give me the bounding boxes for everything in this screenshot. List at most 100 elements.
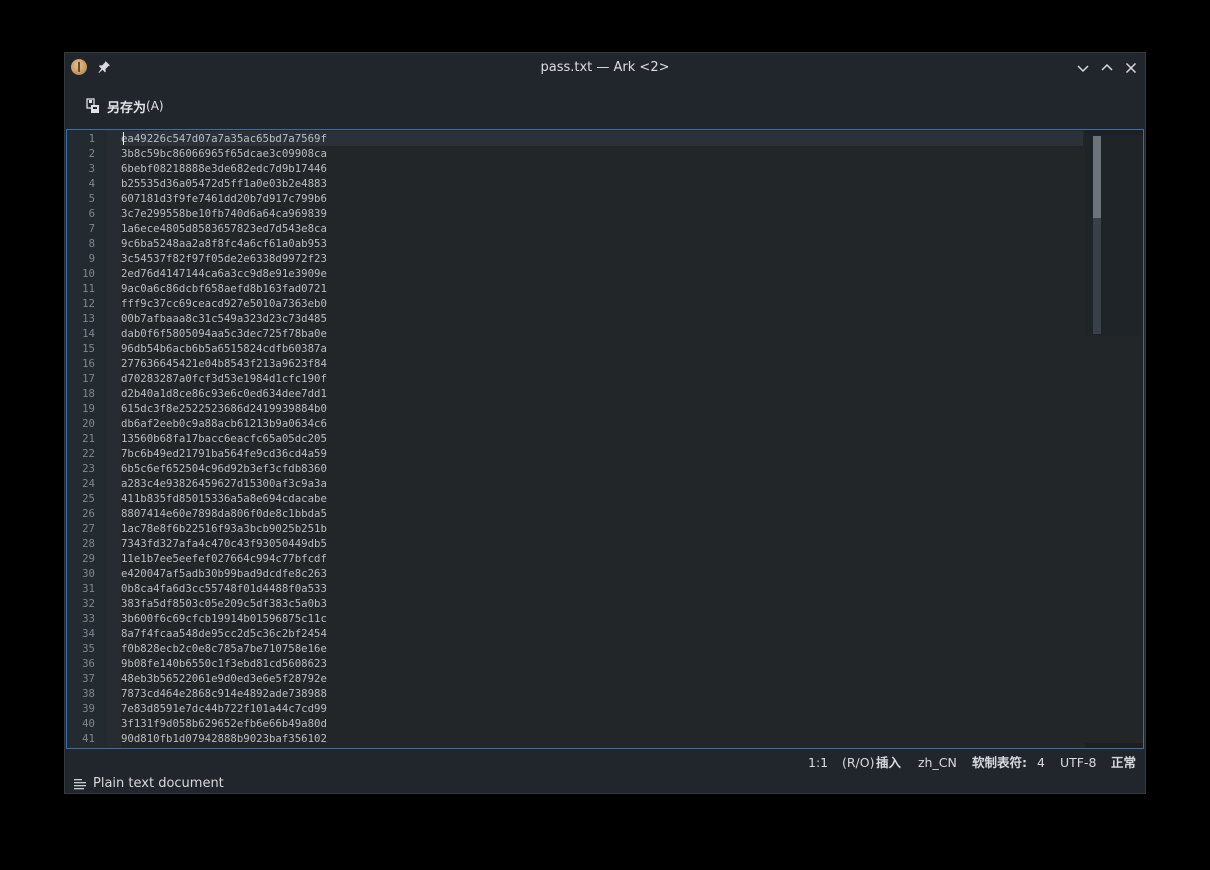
line-number: 34 [82,627,95,640]
line-number: 3 [88,162,95,175]
text-line[interactable]: 48eb3b56522061e9d0ed3e6e5f28792e [121,671,327,686]
text-line[interactable]: 7343fd327afa4c470c43f93050449db5 [121,536,327,551]
indent-width[interactable]: 4 [1037,751,1045,775]
text-line[interactable]: 615dc3f8e2522523686d2419939884b0 [121,401,327,416]
text-line[interactable]: d70283287a0fcf3d53e1984d1cfc190f [121,371,327,386]
toolbar: 另存为 (A) [65,89,1145,123]
text-line[interactable]: 3c7e299558be10fb740d6a64ca969839 [121,206,327,221]
line-number: 6 [88,207,95,220]
line-number: 28 [82,537,95,550]
line-number: 2 [88,147,95,160]
text-line[interactable]: 607181d3f9fe7461dd20b7d917c799b6 [121,191,327,206]
line-number: 16 [82,357,95,370]
line-number: 14 [82,327,95,340]
line-number: 31 [82,582,95,595]
text-line[interactable]: fff9c37cc69ceacd927e5010a7363eb0 [121,296,327,311]
read-only-indicator: (R/O) [842,755,875,770]
dictionary-language[interactable]: zh_CN [918,751,957,775]
line-number: 9 [88,252,95,265]
text-line[interactable]: 9c6ba5248aa2a8f8fc4a6cf61a0ab953 [121,236,327,251]
line-number: 40 [82,717,95,730]
text-cursor [123,132,124,145]
title-bar[interactable]: pass.txt — Ark <2> [65,53,1145,83]
text-line[interactable]: 90d810fb1d07942888b9023baf356102 [121,731,327,746]
text-line[interactable]: 8807414e60e7898da806f0de8c1bbda5 [121,506,327,521]
line-number: 23 [82,462,95,475]
scrollbar-thumb[interactable] [1093,136,1101,218]
text-line[interactable]: 8a7f4fcaa548de95cc2d5c36c2bf2454 [121,626,327,641]
text-line[interactable]: 7873cd464e2868c914e4892ade738988 [121,686,327,701]
close-icon[interactable] [1123,60,1139,76]
cursor-position[interactable]: 1:1 [808,751,828,775]
text-line[interactable]: 1ac78e8f6b22516f93a3bcb9025b251b [121,521,327,536]
text-line[interactable]: dab0f6f5805094aa5c3dec725f78ba0e [121,326,327,341]
text-line[interactable]: 411b835fd85015336a5a8e694cdacabe [121,491,327,506]
text-line[interactable]: 277636645421e04b8543f213a9623f84 [121,356,327,371]
indent-mode-label[interactable]: 软制表符: [972,751,1027,775]
text-line[interactable]: 6b5c6ef652504c96d92b3ef3cfdb8360 [121,461,327,476]
minimap-header [1085,130,1143,135]
horizontal-scrollbar[interactable] [1085,743,1143,748]
text-line[interactable]: d2b40a1d8ce86c93e6c0ed634dee7dd1 [121,386,327,401]
text-line[interactable]: 7e83d8591e7dc44b722f101a44c7cd99 [121,701,327,716]
text-line[interactable]: 0b8ca4fa6d3cc55748f01d4488f0a533 [121,581,327,596]
line-number: 13 [82,312,95,325]
input-mode[interactable]: 插入 [876,751,901,775]
text-line[interactable]: ea49226c547d07a7a35ac65bd7a7569f [121,131,327,146]
line-number: 33 [82,612,95,625]
save-as-accelerator: (A) [146,99,164,113]
line-number: 1 [88,132,95,145]
text-line[interactable]: b25535d36a05472d5ff1a0e03b2e4883 [121,176,327,191]
line-number: 11 [82,282,95,295]
text-line[interactable]: 1a6ece4805d8583657823ed7d543e8ca [121,221,327,236]
line-number: 10 [82,267,95,280]
line-number: 12 [82,297,95,310]
line-number: 22 [82,447,95,460]
folding-strip[interactable] [107,130,121,748]
save-as-icon [86,98,99,113]
text-line[interactable]: 13560b68fa17bacc6eacfc65a05dc205 [121,431,327,446]
text-line[interactable]: 383fa5df8503c05e209c5df383c5a0b3 [121,596,327,611]
maximize-icon[interactable] [1099,60,1115,76]
line-number: 26 [82,507,95,520]
text-line[interactable]: a283c4e93826459627d15300af3c9a3a [121,476,327,491]
text-line[interactable]: f0b828ecb2c0e8c785a7be710758e16e [121,641,327,656]
text-line[interactable]: db6af2eeb0c9a88acb61213b9a0634c6 [121,416,327,431]
text-line[interactable]: 9ac0a6c86dcbf658aefd8b163fad0721 [121,281,327,296]
text-line[interactable]: 3b600f6c69cfcb19914b01596875c11c [121,611,327,626]
save-as-button[interactable]: 另存为 (A) [79,93,170,119]
text-line[interactable]: 9b08fe140b6550c1f3ebd81cd5608623 [121,656,327,671]
text-line[interactable]: 96db54b6acb6b5a6515824cdfb60387a [121,341,327,356]
minimap[interactable] [1085,130,1143,336]
line-number: 35 [82,642,95,655]
line-number: 15 [82,342,95,355]
text-line[interactable]: 00b7afbaaa8c31c549a323d23c73d485 [121,311,327,326]
ark-window: pass.txt — Ark <2> 另存为 (A) 1 2 3 4 5 6 7 8 9 10 11 1… [64,52,1146,794]
line-number: 7 [88,222,95,235]
line-number: 30 [82,567,95,580]
text-editor[interactable]: 1 2 3 4 5 6 7 8 9 10 11 12 13 14 15 16 17 18 19 20 21 22 23 24 2… [66,129,1144,749]
document-type-label: Plain text document [93,776,224,791]
line-number: 19 [82,402,95,415]
line-number: 25 [82,492,95,505]
line-number: 5 [88,192,95,205]
line-number: 41 [82,732,95,745]
line-number-gutter: 1 2 3 4 5 6 7 8 9 10 11 12 13 14 15 16 17 18 19 20 21 22 23 24 2… [67,130,107,748]
line-number: 27 [82,522,95,535]
text-line[interactable]: 3c54537f82f97f05de2e6338d9972f23 [121,251,327,266]
text-line[interactable]: 3b8c59bc86066965f65dcae3c09908ca [121,146,327,161]
text-line[interactable]: 7bc6b49ed21791ba564fe9cd36cd4a59 [121,446,327,461]
document-info-bar: Plain text document [65,773,1145,795]
text-line[interactable]: e420047af5adb30b99bad9dcdfe8c263 [121,566,327,581]
text-line[interactable]: 3f131f9d058b629652efb6e66b49a80d [121,716,327,731]
text-line[interactable]: 11e1b7ee5eefef027664c994c77bfcdf [121,551,327,566]
text-line[interactable]: 2ed76d4147144ca6a3cc9d8e91e3909e [121,266,327,281]
text-content[interactable]: ea49226c547d07a7a35ac65bd7a7569f 3b8c59bc… [121,130,1083,748]
save-as-label: 另存为 [107,100,147,116]
line-number: 32 [82,597,95,610]
line-number: 24 [82,477,95,490]
minimize-icon[interactable] [1075,60,1091,76]
line-endings[interactable]: 正常 [1111,751,1136,775]
encoding[interactable]: UTF-8 [1060,751,1096,775]
text-line[interactable]: 6bebf08218888e3de682edc7d9b17446 [121,161,327,176]
